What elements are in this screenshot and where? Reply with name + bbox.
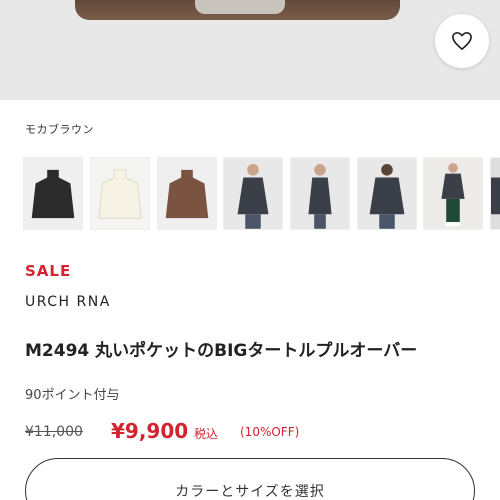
- thumbnail-black-sweater[interactable]: [23, 157, 83, 230]
- thumbnail-model-front[interactable]: [223, 157, 283, 230]
- thumbnail-mocha-sweater[interactable]: [157, 157, 217, 230]
- product-title: M2494 丸いポケットのBIGタートルプルオーバー: [25, 341, 418, 361]
- thumbnail-model-back[interactable]: [357, 157, 417, 230]
- favorite-button[interactable]: [435, 14, 489, 68]
- brand-name[interactable]: URCH RNA: [25, 294, 111, 310]
- thumbnail-model-side[interactable]: [290, 157, 350, 230]
- points-info: 90ポイント付与: [25, 388, 120, 403]
- thumbnail-model-full-length[interactable]: [423, 157, 483, 230]
- product-photo-garment: [75, 0, 400, 20]
- discount-label: (10%OFF): [240, 425, 300, 439]
- thumbnail-ivory-sweater[interactable]: [90, 157, 150, 230]
- tax-label: 税込: [194, 427, 219, 441]
- heart-outline-icon: [452, 32, 472, 50]
- selected-color-label: モカブラウン: [25, 123, 94, 136]
- select-color-size-button[interactable]: カラーとサイズを選択: [25, 458, 475, 500]
- thumbnail-model-partial[interactable]: [490, 157, 500, 230]
- sale-price: ¥9,900: [111, 419, 189, 443]
- select-button-label: カラーとサイズを選択: [175, 484, 325, 500]
- original-price: ¥11,000: [25, 424, 83, 440]
- thumbnail-strip[interactable]: [23, 157, 500, 231]
- product-main-image[interactable]: [0, 0, 500, 100]
- sale-badge: SALE: [25, 262, 72, 280]
